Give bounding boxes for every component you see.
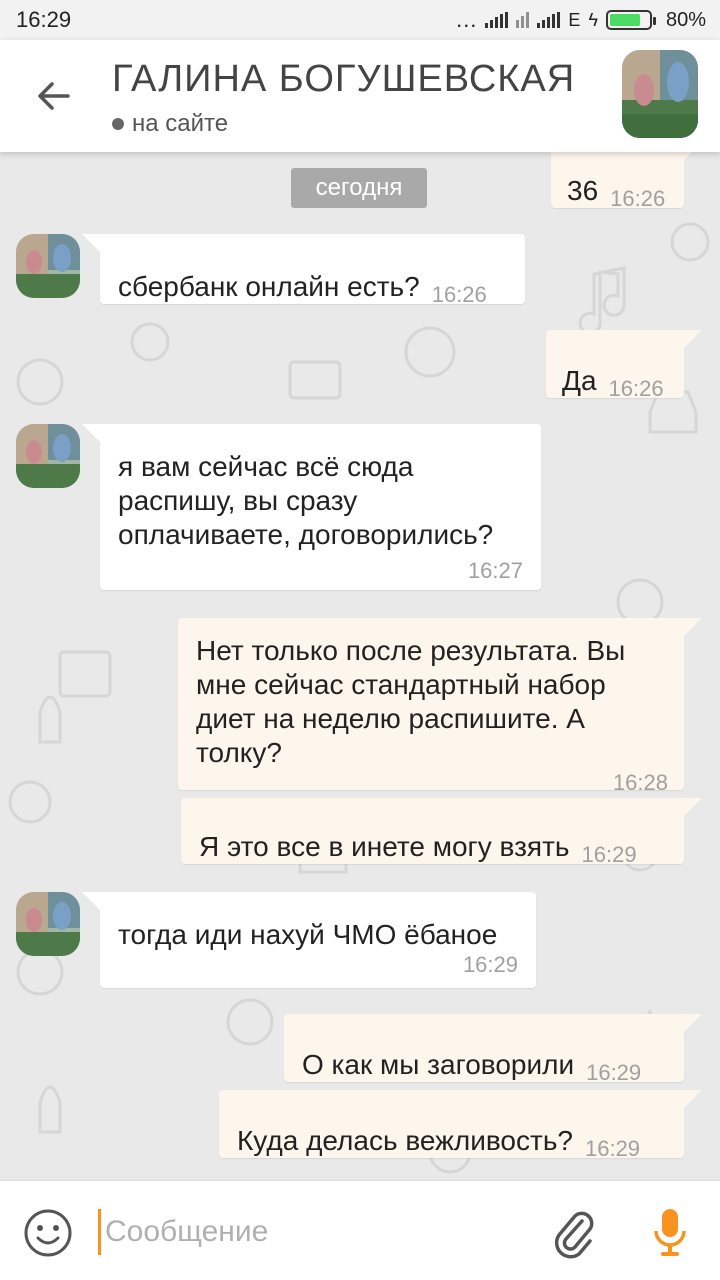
message-text: 36 xyxy=(567,175,599,206)
message-input[interactable] xyxy=(98,1209,518,1255)
message-bubble-incoming[interactable]: сбербанк онлайн есть? 16:26 xyxy=(82,234,525,307)
arrow-left-icon[interactable] xyxy=(34,76,74,116)
message-bubble-outgoing[interactable]: Куда делась вежливость? 16:29 xyxy=(219,1090,702,1161)
smile-icon[interactable] xyxy=(22,1207,74,1259)
contact-name[interactable]: ГАЛИНА БОГУШЕВСКАЯ xyxy=(112,58,575,101)
message-bubble-incoming[interactable]: тогда иди нахуй ЧМО ёбаное 16:29 xyxy=(82,892,536,988)
sender-avatar[interactable] xyxy=(16,424,80,488)
message-bubble-outgoing[interactable]: Нет только после результата. Вы мне сейч… xyxy=(178,618,702,795)
paperclip-icon[interactable] xyxy=(550,1207,596,1259)
signal-icon xyxy=(516,12,530,28)
status-dots: ... xyxy=(456,7,478,32)
status-time: 16:29 xyxy=(16,7,72,32)
microphone-icon[interactable] xyxy=(650,1205,690,1261)
status-bar: 16:29 ... E ϟ 80% xyxy=(0,0,720,40)
message-time: 16:27 xyxy=(467,558,523,583)
message-bubble-incoming[interactable]: я вам сейчас всё сюда распишу, вы сразу … xyxy=(82,424,541,590)
message-text: Да xyxy=(562,365,597,396)
message-time: 16:26 xyxy=(610,186,666,211)
message-time: 16:29 xyxy=(584,1136,641,1161)
message-bubble-outgoing[interactable]: О как мы заговорили 16:29 xyxy=(284,1014,702,1085)
message-text: тогда иди нахуй ЧМО ёбаное xyxy=(118,919,498,950)
message-time: 16:28 xyxy=(612,770,668,795)
presence-status: на сайте xyxy=(112,110,228,138)
message-time: 16:26 xyxy=(608,376,664,401)
message-time: 16:29 xyxy=(581,842,637,867)
chat-area[interactable]: сегодня 36 16:26 сбербанк онлайн есть? 1… xyxy=(0,152,720,1180)
message-bubble-outgoing[interactable]: Я это все в инете могу взять 16:29 xyxy=(181,798,702,867)
message-time: 16:29 xyxy=(462,952,518,977)
charging-icon: ϟ xyxy=(588,9,598,30)
message-composer xyxy=(0,1180,720,1280)
message-text: О как мы заговорили xyxy=(302,1049,575,1080)
avatar-image xyxy=(16,892,80,956)
message-time: 16:26 xyxy=(431,282,487,307)
contact-avatar[interactable] xyxy=(622,50,698,138)
battery-text: 80% xyxy=(665,8,706,31)
status-indicators: ... E ϟ 80% xyxy=(456,7,706,33)
sender-avatar[interactable] xyxy=(16,234,80,298)
chat-header: ГАЛИНА БОГУШЕВСКАЯ на сайте xyxy=(0,40,720,152)
battery-icon xyxy=(605,10,656,30)
message-text: Я это все в инете могу взять xyxy=(199,831,570,862)
avatar-image xyxy=(16,424,80,488)
signal-icon xyxy=(537,12,561,28)
message-text: Нет только после результата. Вы мне сейч… xyxy=(196,635,626,768)
message-text: сбербанк онлайн есть? xyxy=(118,271,420,302)
message-text: Куда делась вежливость? xyxy=(237,1125,573,1156)
date-separator: сегодня xyxy=(291,168,427,208)
message-bubble-outgoing[interactable]: 36 16:26 xyxy=(551,152,702,211)
presence-label: на сайте xyxy=(132,110,229,137)
sender-avatar[interactable] xyxy=(16,892,80,956)
message-text: я вам сейчас всё сюда распишу, вы сразу … xyxy=(118,451,494,550)
avatar-image xyxy=(622,50,698,138)
signal-icon xyxy=(485,12,509,28)
online-dot-icon xyxy=(112,118,124,130)
message-time: 16:29 xyxy=(586,1060,642,1085)
message-bubble-outgoing[interactable]: Да 16:26 xyxy=(546,330,702,401)
avatar-image xyxy=(16,234,80,298)
network-type: E xyxy=(568,9,581,30)
